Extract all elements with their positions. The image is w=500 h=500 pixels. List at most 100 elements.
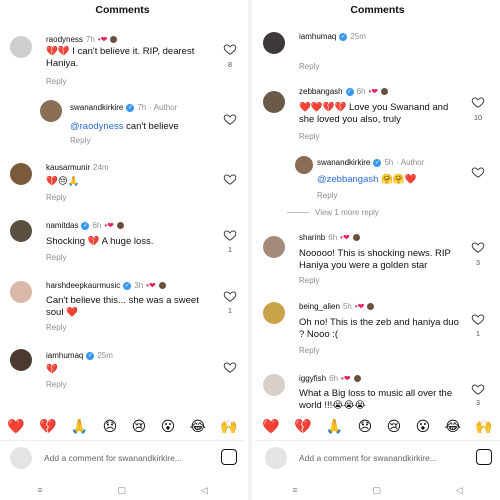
reply-button[interactable]: Reply (299, 276, 319, 285)
username[interactable]: swanandkirkire (317, 158, 370, 167)
author-label: · Author (149, 103, 178, 112)
username[interactable]: iggyfish (299, 374, 326, 383)
comment-meta: namitdas ✓ 6h •❤ (46, 221, 124, 230)
recent-apps-icon[interactable]: ≡ (292, 485, 297, 495)
comment-text: Oh no! This is the zeb and haniya duo ? … (299, 317, 459, 340)
emoji-button[interactable]: ❤️ (262, 419, 279, 435)
back-icon[interactable]: ◁ (201, 485, 208, 496)
reply-button[interactable]: Reply (299, 346, 319, 355)
like-count: 1 (227, 245, 233, 254)
username[interactable]: iamhumaq (299, 32, 336, 41)
emoji-button[interactable]: 💔 (39, 419, 56, 435)
recent-apps-icon[interactable]: ≡ (37, 485, 42, 495)
reply-button[interactable]: Reply (299, 62, 319, 71)
avatar[interactable] (40, 100, 62, 122)
avatar[interactable] (263, 32, 285, 54)
emoji-button[interactable]: 💔 (294, 419, 311, 435)
comment-meta: swanandkirkire ✓ 5h · Author (317, 158, 424, 167)
author-like-avatar (158, 282, 166, 289)
like-heart-icon[interactable] (471, 95, 485, 109)
like-count: 1 (475, 329, 481, 338)
author-like-avatar (381, 88, 389, 95)
username[interactable]: swanandkirkire (70, 103, 123, 112)
verified-badge-icon: ✓ (81, 221, 90, 230)
gif-sticker-icon[interactable] (476, 449, 492, 465)
home-icon[interactable]: ▢ (372, 485, 381, 496)
username[interactable]: iamhumaq (46, 351, 83, 360)
comment-input[interactable] (299, 451, 464, 465)
avatar[interactable] (10, 281, 32, 303)
home-icon[interactable]: ▢ (117, 485, 126, 496)
username[interactable]: namitdas (46, 221, 78, 230)
like-heart-icon[interactable] (223, 42, 237, 56)
avatar[interactable] (263, 374, 285, 396)
like-count: 3 (475, 258, 481, 267)
username[interactable]: being_alien (299, 302, 340, 311)
emoji-button[interactable]: 😂 (190, 419, 206, 435)
comment-meta: harshdeepkaurmusic ✓ 3h •❤ (46, 281, 166, 290)
comment-text: Can't believe this... she was a sweet so… (46, 295, 199, 318)
gif-sticker-icon[interactable] (221, 449, 237, 465)
username[interactable]: raodyness (46, 35, 83, 44)
mention-link[interactable]: @zebbangash (317, 174, 378, 185)
emoji-button[interactable]: 😮 (416, 419, 431, 435)
author-like-avatar (110, 36, 118, 43)
reply-button[interactable]: Reply (317, 191, 337, 200)
like-heart-icon[interactable] (223, 289, 237, 303)
like-heart-icon[interactable] (471, 312, 485, 326)
avatar[interactable] (10, 163, 32, 185)
timestamp: 24m (93, 163, 109, 172)
emoji-button[interactable]: 🙏 (71, 419, 88, 435)
timestamp: 5h (384, 158, 394, 167)
comment-text: 💔😔🙏 (46, 176, 80, 187)
comment-text: Nooooo! This is shocking news. RIP Haniy… (299, 248, 451, 271)
heart-icon: •❤ (341, 374, 351, 383)
author-label: · Author (396, 158, 425, 167)
avatar[interactable] (263, 302, 285, 324)
emoji-button[interactable]: 😞 (103, 419, 118, 435)
like-heart-icon[interactable] (223, 172, 237, 186)
reply-button[interactable]: Reply (46, 323, 66, 332)
emoji-button[interactable]: 😂 (445, 419, 461, 435)
reply-button[interactable]: Reply (46, 77, 66, 86)
reply-button[interactable]: Reply (46, 253, 66, 262)
like-heart-icon[interactable] (471, 240, 485, 254)
emoji-button[interactable]: 🙌 (475, 419, 492, 435)
comment-input[interactable] (44, 451, 209, 465)
heart-icon: •❤ (354, 302, 365, 311)
comments-panel-left: Comments raodyness 7h •❤ 💔💔 I can't beli… (0, 0, 245, 500)
avatar[interactable] (295, 156, 313, 174)
reply-button[interactable]: Reply (299, 132, 319, 141)
username[interactable]: kausarmunir (46, 163, 90, 172)
back-icon[interactable]: ◁ (456, 485, 463, 496)
view-more-replies[interactable]: View 1 more reply (287, 208, 379, 217)
emoji-button[interactable]: ❤️ (7, 419, 24, 435)
username[interactable]: harshdeepkaurmusic (46, 281, 120, 290)
like-heart-icon[interactable] (471, 382, 485, 396)
timestamp: 7h (137, 103, 147, 112)
emoji-button[interactable]: 😞 (358, 419, 373, 435)
username[interactable]: zebbangash (299, 87, 343, 96)
like-heart-icon[interactable] (223, 360, 237, 374)
emoji-button[interactable]: 😢 (387, 419, 402, 435)
emoji-button[interactable]: 😮 (161, 419, 176, 435)
emoji-button[interactable]: 🙏 (326, 419, 343, 435)
avatar[interactable] (10, 36, 32, 58)
reply-button[interactable]: Reply (70, 136, 90, 145)
like-heart-icon[interactable] (223, 112, 237, 126)
avatar[interactable] (263, 236, 285, 258)
reply-button[interactable]: Reply (46, 380, 66, 389)
comment-text: 💔 (46, 364, 58, 375)
like-heart-icon[interactable] (223, 228, 237, 242)
view-more-label[interactable]: View 1 more reply (315, 208, 379, 217)
emoji-button[interactable]: 🙌 (220, 419, 237, 435)
avatar[interactable] (10, 349, 32, 371)
reply-button[interactable]: Reply (46, 193, 66, 202)
like-heart-icon[interactable] (471, 165, 485, 179)
avatar[interactable] (10, 220, 32, 242)
emoji-button[interactable]: 😢 (132, 419, 147, 435)
avatar[interactable] (263, 91, 285, 113)
username[interactable]: sharinb (299, 233, 325, 242)
mention-link[interactable]: @raodyness (70, 121, 123, 132)
author-like-avatar (353, 375, 361, 382)
